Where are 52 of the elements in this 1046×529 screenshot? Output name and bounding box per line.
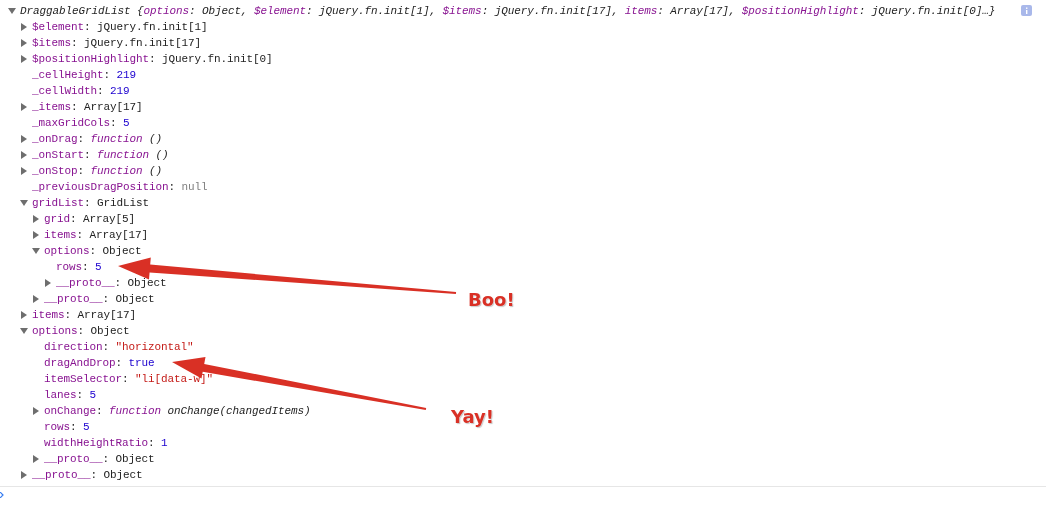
property-line: _onStop: function () xyxy=(32,164,163,179)
expand-triangle-icon[interactable] xyxy=(20,103,28,111)
expand-triangle-icon[interactable] xyxy=(20,39,28,47)
property-line: $items: jQuery.fn.init[17] xyxy=(32,36,202,51)
property-line: DraggableGridList {options: Object, $element: jQuery.fn.init[1], $items: jQuery.fn.init[17], items: Array[17], $positionHighlight: jQuery.fn.init[0]…} xyxy=(20,4,996,19)
property-line: onChange: function onChange(changedItems) xyxy=(44,404,311,419)
expand-triangle-icon[interactable] xyxy=(20,55,28,63)
property-line: dragAndDrop: true xyxy=(44,356,155,371)
property-line: __proto__: Object xyxy=(44,452,155,467)
expand-triangle-icon[interactable] xyxy=(44,279,52,287)
expand-triangle-icon[interactable] xyxy=(32,407,40,415)
property-line: options: Object xyxy=(44,244,142,259)
property-line: _cellWidth: 219 xyxy=(32,84,130,99)
expand-triangle-icon[interactable] xyxy=(20,23,28,31)
collapse-triangle-icon[interactable] xyxy=(20,327,28,335)
prompt-icon xyxy=(0,492,4,498)
property-line: __proto__: Object xyxy=(56,276,167,291)
property-line: __proto__: Object xyxy=(32,468,143,483)
property-line: rows: 5 xyxy=(44,420,90,435)
property-line: rows: 5 xyxy=(56,260,102,275)
expand-triangle-icon[interactable] xyxy=(32,295,40,303)
property-line: $positionHighlight: jQuery.fn.init[0] xyxy=(32,52,273,67)
property-line: gridList: GridList xyxy=(32,196,150,211)
property-line: lanes: 5 xyxy=(44,388,97,403)
property-line: grid: Array[5] xyxy=(44,212,136,227)
annotation-label: Boo! xyxy=(468,288,515,312)
property-line: _cellHeight: 219 xyxy=(32,68,137,83)
expand-triangle-icon[interactable] xyxy=(32,455,40,463)
property-line: items: Array[17] xyxy=(32,308,137,323)
property-line: _items: Array[17] xyxy=(32,100,143,115)
expand-triangle-icon[interactable] xyxy=(20,471,28,479)
property-line: _maxGridCols: 5 xyxy=(32,116,130,131)
collapse-triangle-icon[interactable] xyxy=(20,199,28,207)
property-line: widthHeightRatio: 1 xyxy=(44,436,168,451)
property-line: __proto__: Object xyxy=(44,292,155,307)
expand-triangle-icon[interactable] xyxy=(20,135,28,143)
expand-triangle-icon[interactable] xyxy=(32,215,40,223)
expand-triangle-icon[interactable] xyxy=(20,151,28,159)
property-line: _previousDragPosition: null xyxy=(32,180,208,195)
expand-triangle-icon[interactable] xyxy=(20,311,28,319)
property-line: items: Array[17] xyxy=(44,228,149,243)
property-line: options: Object xyxy=(32,324,130,339)
property-line: _onStart: function () xyxy=(32,148,169,163)
collapse-triangle-icon[interactable] xyxy=(32,247,40,255)
expand-triangle-icon[interactable] xyxy=(32,231,40,239)
annotation-label: Yay! xyxy=(451,405,494,429)
property-line: $element: jQuery.fn.init[1] xyxy=(32,20,208,35)
collapse-triangle-icon[interactable] xyxy=(8,7,16,15)
expand-triangle-icon[interactable] xyxy=(20,167,28,175)
property-line: itemSelector: "li[data-w]" xyxy=(44,372,214,387)
property-line: _onDrag: function () xyxy=(32,132,163,147)
property-line: direction: "horizontal" xyxy=(44,340,194,355)
